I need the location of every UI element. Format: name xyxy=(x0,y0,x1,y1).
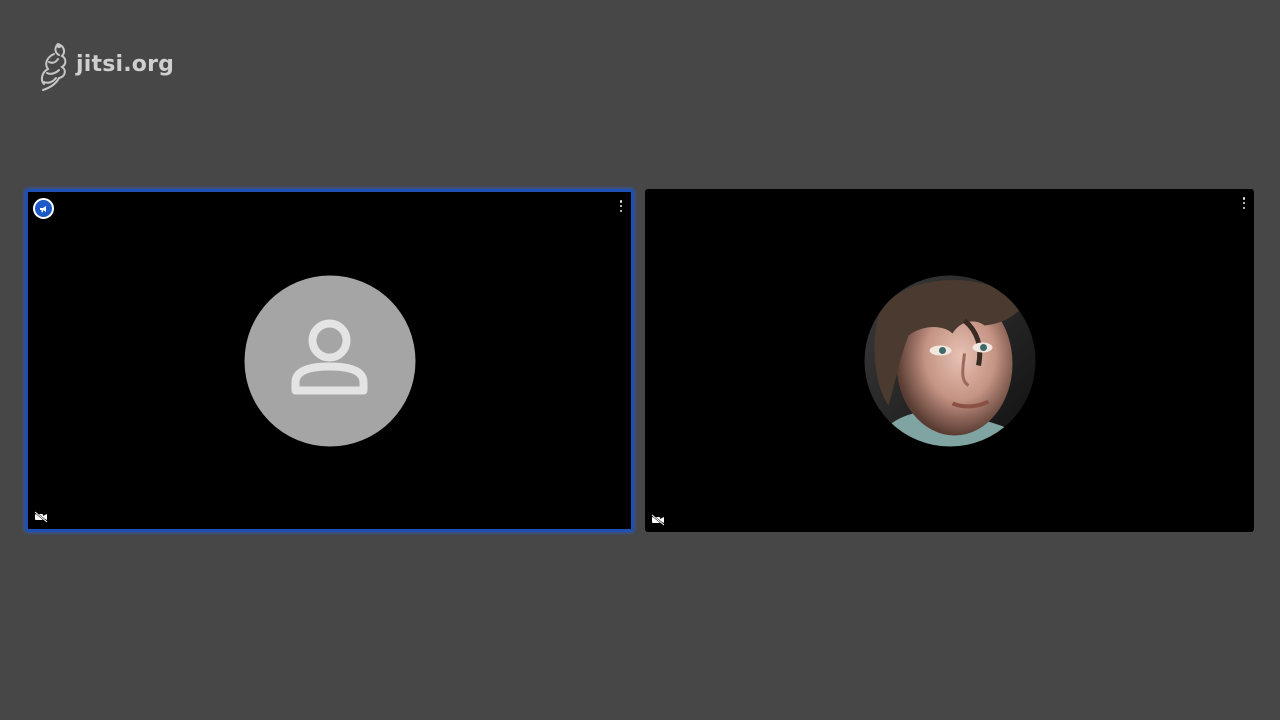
user-photo xyxy=(864,275,1035,446)
more-options-button[interactable] xyxy=(1240,196,1248,210)
remote-video-tile[interactable] xyxy=(645,189,1254,532)
more-options-button[interactable] xyxy=(617,199,625,213)
local-video-tile[interactable] xyxy=(25,189,634,532)
dot xyxy=(619,209,623,212)
dominant-speaker-badge xyxy=(33,198,54,219)
video-muted-icon xyxy=(34,511,48,523)
dot xyxy=(1242,201,1246,205)
default-avatar xyxy=(244,275,415,446)
user-avatar-photo xyxy=(864,275,1035,446)
jitsi-logo-icon xyxy=(40,43,67,91)
dot xyxy=(619,204,623,208)
dot xyxy=(1242,197,1246,200)
dot xyxy=(619,200,623,203)
conference-stage: jitsi.org xyxy=(0,0,1280,720)
video-muted-icon xyxy=(651,514,665,526)
dot xyxy=(1242,206,1246,209)
megaphone-icon xyxy=(39,205,46,212)
jitsi-logo[interactable]: jitsi.org xyxy=(34,40,174,92)
default-user-icon xyxy=(291,319,368,395)
logo-text: jitsi.org xyxy=(76,51,175,77)
